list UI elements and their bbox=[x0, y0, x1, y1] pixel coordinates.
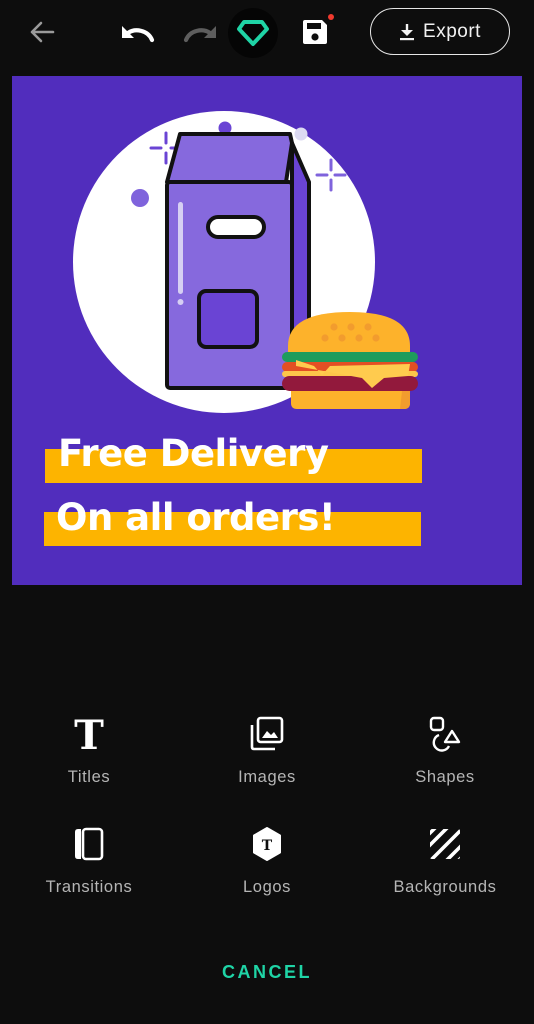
arrow-left-icon bbox=[30, 21, 55, 43]
delivery-bag-shape bbox=[165, 132, 311, 390]
tool-label: Shapes bbox=[415, 768, 475, 786]
tool-titles[interactable]: T Titles bbox=[0, 700, 178, 800]
tool-label: Transitions bbox=[45, 878, 133, 896]
images-stack-icon bbox=[247, 714, 287, 754]
undo-icon bbox=[122, 26, 155, 43]
design-canvas[interactable]: Free Delivery On all orders! bbox=[12, 76, 522, 585]
export-button[interactable]: Export bbox=[370, 8, 510, 55]
tool-logos[interactable]: T Logos bbox=[178, 810, 356, 910]
export-label: Export bbox=[423, 20, 481, 42]
dot-shape bbox=[294, 127, 308, 141]
diamond-icon bbox=[237, 20, 269, 46]
backgrounds-stripes-icon bbox=[425, 824, 465, 864]
tool-transitions[interactable]: Transitions bbox=[0, 810, 178, 910]
logo-hexagon-icon: T bbox=[247, 824, 287, 864]
cancel-button[interactable]: CANCEL bbox=[167, 952, 367, 992]
tool-backgrounds[interactable]: Backgrounds bbox=[356, 810, 534, 910]
unsaved-indicator-dot bbox=[328, 14, 334, 20]
shapes-icon bbox=[425, 714, 465, 754]
svg-text:T: T bbox=[74, 715, 104, 753]
premium-button[interactable] bbox=[228, 8, 278, 58]
redo-button[interactable] bbox=[180, 14, 222, 50]
headline-line-1[interactable]: Free Delivery bbox=[58, 432, 329, 475]
top-toolbar: Export bbox=[0, 0, 534, 66]
tool-label: Backgrounds bbox=[393, 878, 497, 896]
svg-text:T: T bbox=[262, 838, 273, 854]
headline-line-2[interactable]: On all orders! bbox=[56, 496, 336, 539]
download-icon bbox=[400, 23, 415, 40]
tool-images[interactable]: Images bbox=[178, 700, 356, 800]
tool-label: Images bbox=[238, 768, 296, 786]
tool-label: Logos bbox=[243, 878, 291, 896]
transitions-icon bbox=[69, 824, 109, 864]
back-button[interactable] bbox=[22, 14, 62, 50]
redo-icon bbox=[183, 26, 216, 43]
dot-shape bbox=[131, 189, 149, 207]
floppy-disk-icon bbox=[303, 20, 327, 44]
burger-shape bbox=[282, 312, 418, 409]
undo-button[interactable] bbox=[116, 14, 158, 50]
save-button[interactable] bbox=[294, 12, 336, 52]
tool-shapes[interactable]: Shapes bbox=[356, 700, 534, 800]
tool-label: Titles bbox=[67, 768, 111, 786]
text-t-icon: T bbox=[69, 714, 109, 754]
